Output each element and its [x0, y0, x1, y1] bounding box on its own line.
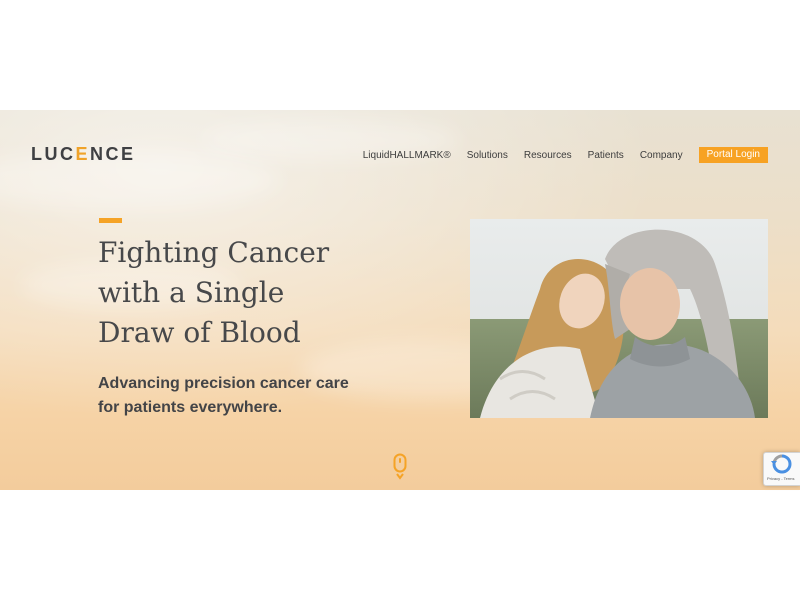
lucence-logo[interactable]: LUCENCE: [31, 144, 136, 164]
scroll-down-icon[interactable]: [393, 453, 407, 481]
nav-item-patients[interactable]: Patients: [588, 150, 624, 161]
page: LUCENCE LiquidHALLMARK® Solutions Resour…: [0, 0, 800, 600]
subhead-line: Advancing precision cancer care: [98, 375, 349, 392]
headline-line: with a Single: [98, 276, 285, 309]
recaptcha-badge[interactable]: Privacy - Terms: [763, 452, 800, 486]
logo-text-accent: E: [75, 144, 91, 164]
logo-text-prefix: LUC: [31, 144, 76, 164]
recaptcha-terms-text[interactable]: Privacy - Terms: [767, 476, 794, 481]
main-nav: LiquidHALLMARK® Solutions Resources Pati…: [347, 147, 768, 163]
portal-login-button[interactable]: Portal Login: [698, 147, 768, 163]
hero-photo: [470, 219, 768, 418]
hero-section: LUCENCE LiquidHALLMARK® Solutions Resour…: [0, 110, 800, 490]
headline-line: Fighting Cancer: [98, 236, 330, 269]
two-women-embracing-photo: [470, 219, 768, 418]
headline-accent-bar: [99, 218, 122, 223]
subhead-line: for patients everywhere.: [98, 399, 283, 416]
nav-item-liquidhallmark[interactable]: LiquidHALLMARK®: [363, 150, 451, 161]
recaptcha-icon: [771, 454, 792, 474]
nav-item-solutions[interactable]: Solutions: [467, 150, 508, 161]
logo-text-suffix: NCE: [90, 144, 136, 164]
headline-line: Draw of Blood: [98, 316, 301, 349]
hero-subheading: Advancing precision cancer care for pati…: [98, 372, 388, 420]
mouse-scroll-icon: [393, 453, 407, 480]
hero-headline: Fighting Cancer with a Single Draw of Bl…: [98, 233, 398, 353]
nav-item-resources[interactable]: Resources: [524, 150, 572, 161]
nav-item-company[interactable]: Company: [640, 150, 683, 161]
